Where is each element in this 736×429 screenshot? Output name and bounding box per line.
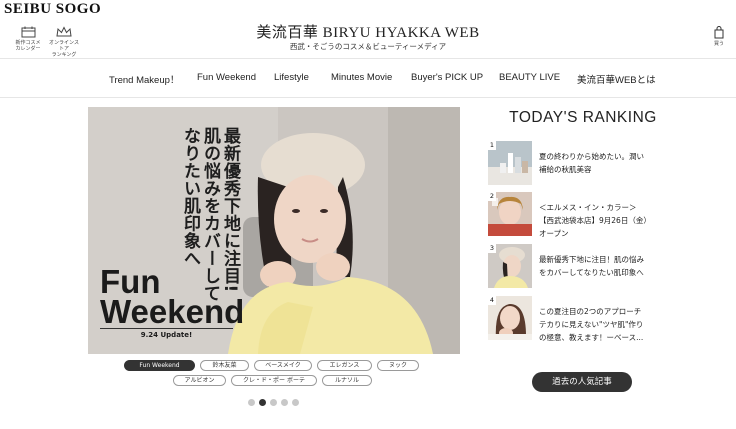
site-header: SEIBU SOGO 新作コスメ カレンダー オンラインストア ランキング 美流… [0, 0, 736, 58]
ranking-title: TODAY'S RANKING [509, 109, 657, 126]
past-popular-articles-button[interactable]: 過去の人気記事 [532, 372, 632, 392]
nav-lifestyle[interactable]: Lifestyle [274, 72, 309, 83]
nav-minutes-movie[interactable]: Minutes Movie [331, 72, 392, 83]
rank-number: 3 [488, 244, 496, 253]
ranking-item[interactable]: 4 この夏注目の2つのアプローチ テカりに見えない"ツヤ肌"作りの極意、教えます… [488, 296, 648, 342]
carousel-dot-2[interactable] [259, 399, 266, 406]
main-nav: Trend Makeup！ Fun Weekend Lifestyle Minu… [0, 58, 736, 98]
tag-elegance[interactable]: エレガンス [317, 360, 372, 371]
site-subtitle: 西武・そごうのコスメ＆ビューティーメディア [289, 42, 447, 51]
rank-number: 4 [488, 296, 496, 305]
hero-banner[interactable]: なりたい肌印象へ 肌の悩みをカバーして 最新優秀下地に注目! Fun Weeke… [88, 107, 460, 354]
rank-number: 1 [488, 141, 496, 150]
hero-title: Fun Weekend [100, 265, 245, 330]
shop-label: 買う [713, 41, 724, 47]
nav-trend-makeup[interactable]: Trend Makeup！ [109, 72, 179, 86]
tag-base-makeup[interactable]: ベースメイク [254, 360, 312, 371]
tag-cle-de-peau[interactable]: クレ・ド・ポー ボーテ [231, 375, 317, 386]
ranking-text: 夏の終わりから始めたい。潤い補給の秋肌美容 [539, 152, 644, 174]
brand-logo[interactable]: SEIBU SOGO [4, 1, 101, 18]
ranking-text: ＜エルメス・イン・カラー＞【西武池袋本店】9月26日（金）オープン [539, 203, 648, 238]
tag-nuk[interactable]: ヌック [377, 360, 419, 371]
nav-fun-weekend[interactable]: Fun Weekend [197, 72, 256, 83]
carousel-dot-3[interactable] [270, 399, 277, 406]
carousel-dot-4[interactable] [281, 399, 288, 406]
shopping-bag-icon [714, 26, 724, 39]
nav-about[interactable]: 美流百華WEBとは [577, 72, 656, 86]
hero-update-date: 9.24 Update! [100, 328, 233, 339]
ranking-text: この夏注目の2つのアプローチ テカりに見えない"ツヤ肌"作りの極意、教えます！ー… [539, 307, 644, 342]
site-title[interactable]: 美流百華 BIRYU HYAKKA WEB [0, 21, 736, 42]
nav-buyers-pickup[interactable]: Buyer's PICK UP [411, 72, 483, 83]
tag-suzuki-yuna[interactable]: 鈴木友菜 [200, 360, 249, 371]
ranking-text: 最新優秀下地に注目！肌の悩みをカバーしてなりたい肌印象へ [539, 255, 644, 277]
tag-albion[interactable]: アルビオン [173, 375, 226, 386]
rank-number: 2 [488, 192, 496, 201]
hero-title-line2: Weekend [100, 293, 245, 330]
carousel-dot-1[interactable] [248, 399, 255, 406]
tag-lunasol[interactable]: ルナソル [322, 375, 372, 386]
ranking-item[interactable]: 3 最新優秀下地に注目！肌の悩みをカバーしてなりたい肌印象へ [488, 244, 648, 290]
hero-headline-3: なりたい肌印象へ [180, 127, 200, 267]
tag-fun-weekend[interactable]: Fun Weekend [124, 360, 195, 371]
shop-link[interactable]: 買う [711, 26, 727, 47]
ranking-item[interactable]: 2 ＜エルメス・イン・カラー＞【西武池袋本店】9月26日（金）オープン [488, 192, 648, 238]
nav-beauty-live[interactable]: BEAUTY LIVE [499, 72, 560, 83]
ranking-item[interactable]: 1 夏の終わりから始めたい。潤い補給の秋肌美容 [488, 141, 648, 187]
carousel-dot-5[interactable] [292, 399, 299, 406]
